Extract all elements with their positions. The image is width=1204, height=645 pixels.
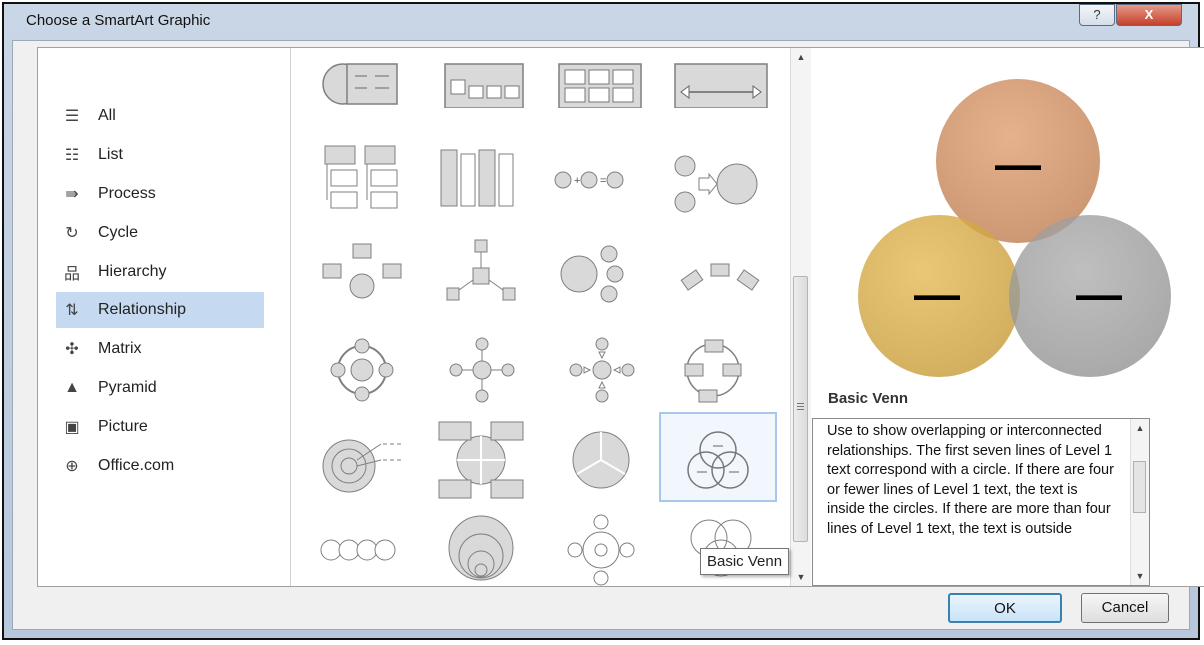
ok-button[interactable]: OK bbox=[948, 593, 1062, 623]
layout-thumbnail[interactable] bbox=[661, 234, 779, 324]
scroll-down-icon[interactable]: ▼ bbox=[1131, 567, 1149, 585]
preview-title: Basic Venn bbox=[828, 390, 909, 407]
category-label: List bbox=[98, 146, 123, 163]
layout-thumbnail[interactable] bbox=[661, 140, 779, 230]
description-scrollbar[interactable]: ▲ ▼ bbox=[1130, 419, 1149, 585]
category-label: Pyramid bbox=[98, 379, 157, 396]
category-label: Hierarchy bbox=[98, 263, 167, 280]
cancel-button[interactable]: Cancel bbox=[1081, 593, 1169, 623]
layout-thumbnail[interactable] bbox=[421, 234, 539, 324]
content-panel: ☰ All ☷ List ⇛ Process ↻ Cycle 品 Hierarchy ⇅ R… bbox=[37, 47, 1204, 587]
category-label: All bbox=[98, 107, 116, 124]
grip-line bbox=[797, 406, 804, 407]
relationship-icon: ⇅ bbox=[65, 302, 79, 319]
layout-thumbnail[interactable]: + = bbox=[541, 140, 659, 230]
category-label: Relationship bbox=[98, 301, 187, 318]
layout-thumbnail[interactable] bbox=[301, 48, 419, 108]
preview-pane: — — — Basic Venn Use to show overlapping… bbox=[810, 48, 1204, 586]
grip-line bbox=[797, 403, 804, 404]
scroll-thumb[interactable] bbox=[793, 276, 808, 542]
scroll-up-icon[interactable]: ▲ bbox=[791, 48, 811, 66]
layout-thumbnail[interactable] bbox=[541, 48, 659, 109]
title-bar: Choose a SmartArt Graphic ? X bbox=[4, 4, 1198, 36]
category-relationship[interactable]: ⇅ Relationship bbox=[56, 292, 264, 328]
layout-thumbnail[interactable] bbox=[541, 504, 659, 586]
layout-basic-venn[interactable] bbox=[659, 412, 777, 502]
layout-thumbnail[interactable] bbox=[301, 140, 419, 230]
dialog-body: ☰ All ☷ List ⇛ Process ↻ Cycle 品 Hierarchy ⇅ R… bbox=[12, 40, 1204, 630]
description-text: Use to show overlapping or interconnecte… bbox=[827, 423, 1114, 537]
layout-gallery: + = bbox=[291, 48, 789, 586]
help-button[interactable]: ? bbox=[1079, 4, 1115, 26]
category-process[interactable]: ⇛ Process bbox=[56, 176, 264, 212]
category-label: Matrix bbox=[98, 340, 142, 357]
category-all[interactable]: ☰ All bbox=[56, 98, 264, 134]
venn-label-top: — bbox=[995, 138, 1041, 190]
description-box: Use to show overlapping or interconnecte… bbox=[812, 418, 1150, 586]
category-matrix[interactable]: ✣ Matrix bbox=[56, 331, 264, 367]
category-hierarchy[interactable]: 品 Hierarchy bbox=[56, 254, 264, 290]
hierarchy-icon: 品 bbox=[63, 266, 80, 283]
category-office-com[interactable]: ⊕ Office.com bbox=[56, 448, 264, 484]
category-list: ☰ All ☷ List ⇛ Process ↻ Cycle 品 Hierarchy ⇅ R… bbox=[38, 48, 291, 586]
dialog-window: Choose a SmartArt Graphic ? X ☰ All ☷ List… bbox=[2, 2, 1204, 640]
pyramid-icon: ▲ bbox=[64, 379, 80, 396]
layout-thumbnail[interactable] bbox=[541, 324, 659, 414]
layout-thumbnail[interactable] bbox=[661, 48, 779, 109]
category-cycle[interactable]: ↻ Cycle bbox=[56, 215, 264, 251]
layout-thumbnail[interactable] bbox=[541, 234, 659, 324]
layout-thumbnail[interactable] bbox=[301, 504, 419, 586]
list-icon: ☷ bbox=[64, 147, 80, 164]
layout-thumbnail[interactable] bbox=[421, 324, 539, 414]
all-icon: ☰ bbox=[64, 108, 80, 125]
category-label: Process bbox=[98, 185, 156, 202]
layout-thumbnail[interactable] bbox=[421, 140, 539, 230]
category-pyramid[interactable]: ▲ Pyramid bbox=[56, 370, 264, 406]
layout-thumbnail[interactable] bbox=[301, 324, 419, 414]
picture-icon: ▣ bbox=[64, 419, 80, 436]
process-icon: ⇛ bbox=[65, 186, 79, 203]
layout-thumbnail[interactable] bbox=[661, 324, 779, 414]
layout-thumbnail[interactable] bbox=[301, 234, 419, 324]
layout-thumbnail[interactable] bbox=[541, 414, 659, 504]
layout-thumbnail[interactable] bbox=[421, 504, 539, 586]
venn-preview-image: — — — bbox=[858, 79, 1171, 377]
dialog-title: Choose a SmartArt Graphic bbox=[26, 12, 211, 29]
category-label: Office.com bbox=[98, 457, 175, 474]
gallery-scrollbar[interactable]: ▲ ▼ bbox=[790, 48, 811, 586]
grip-line bbox=[797, 409, 804, 410]
layout-thumbnail[interactable] bbox=[301, 414, 419, 504]
close-button[interactable]: X bbox=[1116, 4, 1182, 26]
category-picture[interactable]: ▣ Picture bbox=[56, 409, 264, 445]
layout-thumbnail[interactable] bbox=[421, 414, 539, 504]
svg-text:=: = bbox=[600, 175, 606, 187]
svg-text:+: + bbox=[574, 175, 580, 187]
scroll-down-icon[interactable]: ▼ bbox=[791, 568, 811, 586]
venn-label-right: — bbox=[1076, 268, 1122, 320]
category-label: Picture bbox=[98, 418, 148, 435]
scroll-thumb[interactable] bbox=[1133, 461, 1146, 513]
tooltip: Basic Venn bbox=[700, 548, 790, 575]
category-label: Cycle bbox=[98, 224, 139, 241]
scroll-up-icon[interactable]: ▲ bbox=[1131, 419, 1149, 437]
venn-label-left: — bbox=[914, 268, 960, 320]
cycle-icon: ↻ bbox=[65, 225, 79, 242]
matrix-icon: ✣ bbox=[65, 341, 79, 358]
category-list-item[interactable]: ☷ List bbox=[56, 137, 264, 173]
globe-icon: ⊕ bbox=[65, 458, 79, 475]
layout-thumbnail[interactable] bbox=[421, 48, 539, 109]
